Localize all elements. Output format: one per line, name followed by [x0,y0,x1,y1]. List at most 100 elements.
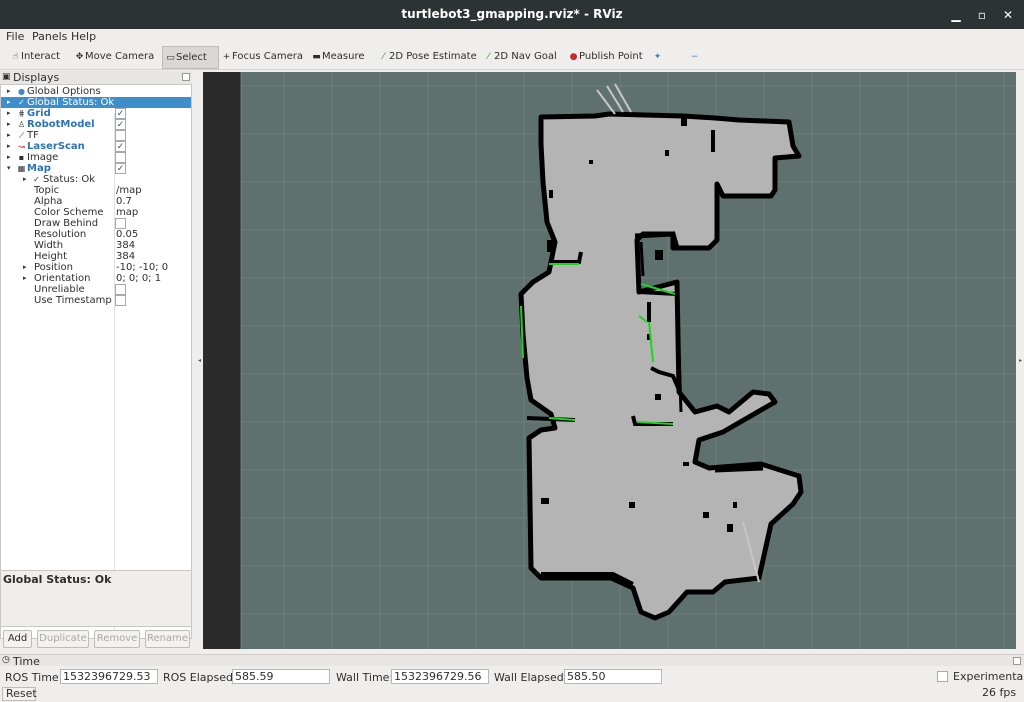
render-viewport[interactable] [203,72,1016,649]
map-prop-resolution[interactable]: Resolution 0.05 [1,229,191,240]
inner-wall-9 [639,241,645,277]
prop-name: Orientation [34,273,91,284]
time-panel-header: ◷ Time [0,654,1024,668]
occupancy-map [518,83,804,621]
prop-value[interactable]: /map [116,185,142,196]
axes-icon: ⟋ [18,131,25,140]
focus-camera-label: Focus Camera [232,51,303,62]
measure-tool[interactable]: ▬Measure [309,46,368,69]
unreliable-checkbox[interactable] [115,284,126,295]
tree-item-global-status[interactable]: ▸ ✓ Global Status: Ok [1,97,191,108]
time-panel-title: Time [13,655,40,668]
tree-item-grid[interactable]: ▸ ⋕ Grid ✓ [1,108,191,119]
collapse-arrow-icon[interactable]: ▾ [7,163,11,174]
robotmodel-checkbox[interactable]: ✓ [115,119,126,130]
publish-point-tool[interactable]: ● Publish Point [566,46,646,69]
tree-item-laserscan[interactable]: ▸ ↝ LaserScan ✓ [1,141,191,152]
fps-readout: 26 fps [982,686,1017,699]
expand-arrow-icon[interactable]: ▸ [7,141,11,152]
interact-icon: ☝ [12,52,19,62]
map-pin-icon: ● [569,52,578,62]
map-prop-use-timestamp[interactable]: Use Timestamp [1,295,191,306]
map-prop-alpha[interactable]: Alpha 0.7 [1,196,191,207]
prop-name: Status: Ok [43,174,96,185]
close-icon[interactable]: ✕ [999,6,1017,24]
time-float-button[interactable] [1013,657,1021,665]
plus-icon: ✦ [653,52,662,62]
map-prop-status[interactable]: ▸ ✓ Status: Ok [1,174,191,185]
map-checkbox[interactable]: ✓ [115,163,126,174]
expand-arrow-icon[interactable]: ▸ [23,174,27,185]
splitter-handle-right[interactable]: ▸ [1019,357,1022,364]
experimental-checkbox[interactable] [937,671,948,682]
nav-goal-label: 2D Nav Goal [494,51,557,62]
splitter-handle-left[interactable]: ◂ [198,357,201,364]
wall-elapsed-field[interactable]: 585.50 [564,669,662,684]
prop-value[interactable]: 384 [116,240,135,251]
map-prop-height[interactable]: Height 384 [1,251,191,262]
prop-value[interactable]: map [116,207,138,218]
check-icon: ✓ [33,175,40,184]
tree-item-image[interactable]: ▸ ▪ Image [1,152,191,163]
menu-panels[interactable]: Panels [32,30,67,43]
remove-tool-button[interactable]: − [687,46,703,69]
menu-file[interactable]: File [6,30,24,43]
duplicate-button[interactable]: Duplicate [37,630,89,648]
grid-checkbox[interactable]: ✓ [115,108,126,119]
ros-elapsed-field[interactable]: 585.59 [232,669,330,684]
draw-behind-checkbox[interactable] [115,218,126,229]
image-checkbox[interactable] [115,152,126,163]
add-button[interactable]: Add [3,630,32,648]
displays-tree[interactable]: ▸ ● Global Options ▸ ✓ Global Status: Ok… [0,84,192,639]
prop-value[interactable]: 384 [116,251,135,262]
experimental-label: Experimental [953,670,1024,683]
map-prop-width[interactable]: Width 384 [1,240,191,251]
expand-arrow-icon[interactable]: ▸ [23,262,27,273]
minimize-icon[interactable]: ▁ [947,6,965,24]
displays-header: ▣ Displays [0,71,192,84]
select-tool[interactable]: ▭Select [162,46,219,69]
reset-button[interactable]: Reset [2,687,37,701]
float-button[interactable] [182,73,190,81]
interact-tool[interactable]: ☝ Interact [8,46,63,69]
pose-estimate-tool[interactable]: ⁄ 2D Pose Estimate [376,46,480,69]
map-prop-unreliable[interactable]: Unreliable [1,284,191,295]
map-prop-position[interactable]: ▸ Position -10; -10; 0 [1,262,191,273]
prop-value[interactable]: 0.7 [116,196,132,207]
displays-panel: ▣ Displays ▸ ● Global Options ▸ ✓ Global… [0,71,192,651]
nav-goal-tool[interactable]: ⁄ 2D Nav Goal [481,46,560,69]
map-prop-color-scheme[interactable]: Color Scheme map [1,207,191,218]
prop-value[interactable]: 0; 0; 0; 1 [116,273,161,284]
move-camera-tool[interactable]: ✥ Move Camera [72,46,157,69]
prop-value[interactable]: 0.05 [116,229,138,240]
tree-item-robotmodel[interactable]: ▸ ♙ RobotModel ✓ [1,119,191,130]
map-prop-draw-behind[interactable]: Draw Behind [1,218,191,229]
expand-arrow-icon[interactable]: ▸ [7,119,11,130]
expand-arrow-icon[interactable]: ▸ [7,86,11,97]
select-label: Select [176,52,207,63]
map-prop-topic[interactable]: Topic /map [1,185,191,196]
pose-arrow-icon: ⁄ [382,52,385,62]
expand-arrow-icon[interactable]: ▸ [23,273,27,284]
rename-button[interactable]: Rename [145,630,190,648]
add-tool-button[interactable]: ✦ [650,46,666,69]
map-prop-orientation[interactable]: ▸ Orientation 0; 0; 0; 1 [1,273,191,284]
use-timestamp-checkbox[interactable] [115,295,126,306]
ros-time-field[interactable]: 1532396729.53 [60,669,158,684]
expand-arrow-icon[interactable]: ▸ [7,108,11,119]
tree-item-map[interactable]: ▾ ▦ Map ✓ [1,163,191,174]
wall-time-field[interactable]: 1532396729.56 [391,669,489,684]
tf-checkbox[interactable] [115,130,126,141]
expand-arrow-icon[interactable]: ▸ [7,97,11,108]
menu-help[interactable]: Help [71,30,96,43]
maximize-icon[interactable]: ▫ [973,6,991,24]
tree-item-tf[interactable]: ▸ ⟋ TF [1,130,191,141]
remove-button[interactable]: Remove [94,630,140,648]
expand-arrow-icon[interactable]: ▸ [7,130,11,141]
expand-arrow-icon[interactable]: ▸ [7,152,11,163]
tree-item-global-options[interactable]: ▸ ● Global Options [1,86,191,97]
focus-camera-icon: + [222,52,231,62]
laserscan-checkbox[interactable]: ✓ [115,141,126,152]
prop-value[interactable]: -10; -10; 0 [116,262,168,273]
focus-camera-tool[interactable]: + Focus Camera [219,46,306,69]
